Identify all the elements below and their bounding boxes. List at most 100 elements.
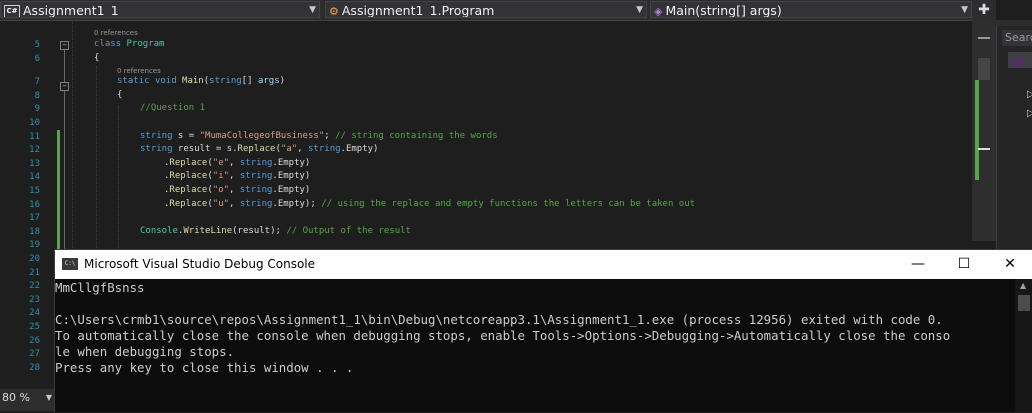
line-number: 25 [29,322,40,332]
code-line: .Replace("i", string.Empty) [164,171,310,181]
code-token: , [229,171,240,182]
code-token: , [297,144,309,155]
code-token: .Empty) [340,144,379,155]
line-number: 16 [29,199,40,210]
code-token: "e" [212,157,230,168]
console-line: MmCllgfBsnss [55,280,145,295]
class-name: Assignment1_1.Program [341,3,495,18]
close-icon[interactable]: ✕ [987,250,1032,279]
type-dropdown[interactable]: ⚙ Assignment1_1.Program ▼ [325,1,647,18]
maximize-icon[interactable]: ☐ [941,250,987,279]
visual-studio-icon: ◪ [1012,54,1023,67]
navigation-bar: C# Assignment1_1 ▼ ⚙ Assignment1_1.Program… [0,0,996,21]
code-token: void [154,76,177,87]
code-token: static [117,76,150,87]
zoom-level[interactable]: 80 % ▼ [0,389,55,411]
code-token: Program [126,39,165,49]
code-token: string [239,185,273,195]
class-icon: ⚙ [329,5,339,18]
code-editor[interactable]: 0 references 0 references class Program {… [72,20,972,250]
line-number: 9 [34,104,40,115]
code-token: Replace [237,144,276,155]
code-token: WriteLine [183,225,233,236]
code-line: string s = "MumaCollegeofBusiness"; // s… [140,131,498,141]
console-app-icon: C:\ [62,258,78,270]
indent-guide [96,66,97,250]
code-token: string [140,130,173,141]
code-token: // using the replace and empty functions… [321,198,696,209]
project-name: Assignment1_1 [23,3,119,18]
code-line: .Replace("e", string.Empty) [164,158,310,168]
code-token: Replace [169,171,208,182]
codelens-references[interactable]: 0 references [94,29,138,37]
code-token: "i" [212,171,230,182]
code-token: class [94,39,122,49]
collapse-icon[interactable]: − [60,82,69,91]
debug-console-window: C:\ Microsoft Visual Studio Debug Consol… [54,249,1032,412]
chevron-down-icon: ▼ [309,5,316,15]
code-token: Replace [169,198,208,209]
line-number: 5 [34,40,40,50]
indent-guide [118,106,119,250]
solution-search-input[interactable]: Searc [1002,30,1032,46]
line-number: 26 [29,335,40,346]
code-token: "a" [280,144,298,155]
code-token: // string containing the words [335,130,498,141]
line-number: 17 [29,213,40,224]
code-token: , [229,198,240,209]
code-token: { [117,89,123,100]
console-line: le when debugging stops. [55,344,235,359]
scroll-up-icon[interactable]: ▲ [1020,281,1026,290]
code-token: "MumaCollegeofBusiness" [199,130,325,141]
code-token: //Question 1 [140,103,206,114]
console-scrollbar[interactable]: ▲ [1015,279,1032,412]
console-line: To automatically close the console when … [55,328,951,343]
console-output[interactable]: MmCllgfBsnss C:\Users\crmb1\source\repos\… [55,279,1013,413]
code-token: Main [182,76,204,87]
expand-arrow-icon[interactable]: ▷ [1027,108,1032,119]
csharp-project-icon: C# [4,5,20,17]
code-line: //Question 1 [140,103,205,113]
code-token: Replace [169,185,208,195]
member-dropdown[interactable]: ◈ Main(string[] args) ▼ [650,1,972,18]
editor-scrollbar[interactable] [972,20,996,241]
code-token: ) [279,76,286,87]
line-number: 11 [29,131,40,142]
code-line: .Replace("o", string.Empty) [164,185,310,195]
code-line: string result = s.Replace("a", string.Em… [140,144,378,154]
code-line: Console.WriteLine(result); // Output of … [140,226,411,236]
code-token: ; [324,130,336,141]
code-token: string [140,144,173,155]
line-number: 18 [29,226,40,237]
line-number: 23 [29,294,40,305]
code-token: Replace [169,157,208,168]
change-overview [975,80,979,180]
line-number: 8 [34,90,40,101]
code-token: , [229,185,240,195]
minimize-icon[interactable]: — [895,250,941,279]
project-dropdown[interactable]: C# Assignment1_1 ▼ [0,1,320,18]
console-line: C:\Users\crmb1\source\repos\Assignment1_… [55,312,943,327]
console-title-bar[interactable]: C:\ Microsoft Visual Studio Debug Consol… [55,250,1032,279]
method-icon: ◈ [654,5,663,18]
panel-header [996,20,1032,26]
line-number: 28 [29,362,40,373]
code-token: string [239,171,273,182]
code-token: (result); [232,225,287,236]
line-number: 22 [29,281,40,292]
code-token: "o" [212,185,230,195]
fold-line [64,91,65,249]
line-number: 12 [29,145,40,156]
codelens-references[interactable]: 0 references [117,67,161,75]
code-token: , [229,157,240,168]
line-number: 20 [29,254,40,264]
chevron-down-icon: ▼ [961,5,968,15]
scroll-thumb[interactable] [978,58,990,80]
collapse-icon[interactable]: − [60,41,69,50]
code-line: static void Main(string[] args) [117,76,285,86]
indent-guide [72,20,73,250]
scroll-thumb[interactable] [1018,295,1030,311]
split-editor-button[interactable]: ✚ [972,0,996,20]
expand-arrow-icon[interactable]: ▷ [1027,89,1032,100]
